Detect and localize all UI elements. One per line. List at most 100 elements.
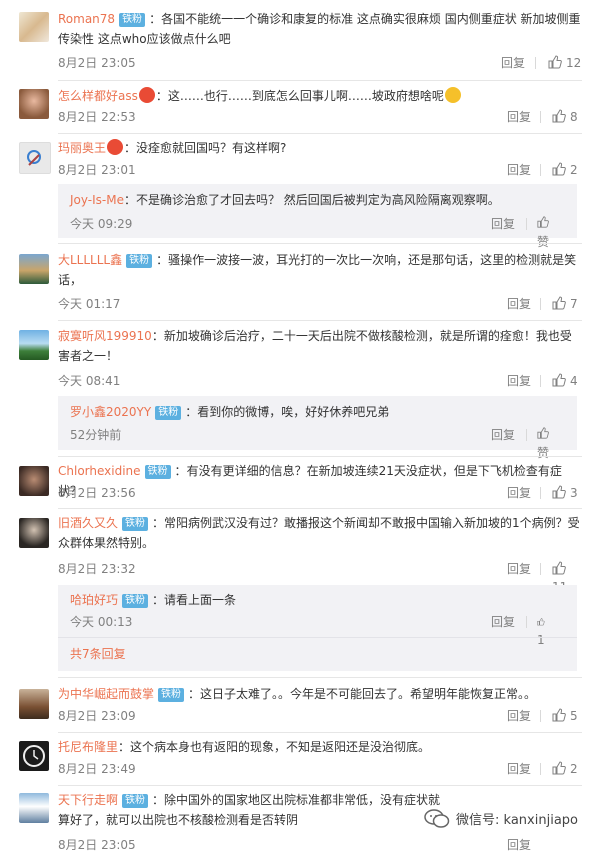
username[interactable]: 旧酒久又久 — [58, 516, 118, 530]
fan-badge: 铁粉 — [122, 517, 149, 531]
thumbs-up-icon — [552, 761, 566, 775]
reply-text: ：看到你的微博，唉，好好休养吧兄弟 — [185, 405, 390, 419]
avatar[interactable] — [19, 142, 51, 174]
thumbs-up-icon — [548, 55, 562, 69]
username[interactable]: 天下行走啊 — [58, 793, 118, 807]
reply-button[interactable]: 回复 — [507, 560, 531, 578]
fan-badge: 铁粉 — [122, 594, 149, 608]
comment-time: 8月2日 23:32 — [58, 562, 136, 576]
fan-badge: 铁粉 — [155, 406, 182, 420]
like-button[interactable]: 12 — [548, 54, 581, 72]
avatar[interactable] — [19, 254, 49, 284]
comment-text: ：这……也行……到底怎么回事儿啊……坡政府想啥呢 — [155, 89, 444, 103]
reply-button[interactable]: 回复 — [507, 836, 531, 854]
reply-button[interactable]: 回复 — [507, 707, 531, 725]
comment-time: 今天 08:41 — [58, 374, 121, 388]
reply-box: 罗小鑫2020YY 铁粉 ：看到你的微博，唉，好好休养吧兄弟 52分钟前 回复 赞 — [58, 396, 577, 460]
like-button[interactable]: 1 — [537, 613, 545, 649]
username[interactable]: Joy-Is-Me — [70, 193, 124, 207]
like-button[interactable]: 赞 — [537, 215, 549, 251]
like-button[interactable]: 2 — [552, 760, 578, 778]
comment-time: 8月2日 23:49 — [58, 762, 136, 776]
reply-time: 今天 00:13 — [70, 615, 133, 629]
avatar[interactable] — [19, 330, 49, 360]
avatar[interactable] — [19, 689, 49, 719]
comment-text: ：没痊愈就回国吗？有这样啊? — [124, 141, 287, 155]
comment-time: 8月2日 23:05 — [58, 838, 136, 852]
username[interactable]: 玛丽奥王 — [58, 141, 106, 155]
like-count: 2 — [570, 163, 578, 177]
reply-text: ：不是确诊治愈了才回去吗？ 然后回国后被判定为高风险隔离观察啊。 — [123, 193, 500, 207]
username[interactable]: 哈珀好巧 — [70, 593, 118, 607]
thumbs-up-icon — [552, 296, 566, 310]
thumbs-up-icon — [552, 162, 566, 176]
username[interactable]: 为中华崛起而鼓掌 — [58, 687, 154, 701]
like-count: 2 — [570, 762, 578, 776]
avatar[interactable] — [19, 793, 49, 823]
reply-button[interactable]: 回复 — [507, 484, 531, 502]
comment-time: 8月2日 23:01 — [58, 163, 136, 177]
like-button[interactable]: 3 — [552, 484, 578, 502]
like-count: 8 — [570, 110, 578, 124]
reply-box: Joy-Is-Me：不是确诊治愈了才回去吗？ 然后回国后被判定为高风险隔离观察啊… — [58, 184, 577, 249]
like-label: 赞 — [537, 446, 550, 460]
comment-time: 今天 01:17 — [58, 297, 121, 311]
thumbs-up-icon — [552, 708, 566, 722]
fan-badge: 铁粉 — [158, 688, 185, 702]
like-button[interactable]: 8 — [552, 108, 578, 126]
fan-badge: 铁粉 — [122, 794, 149, 808]
comment-time: 8月2日 23:05 — [58, 56, 136, 70]
thumbs-up-icon — [537, 427, 549, 439]
username[interactable]: Roman78 — [58, 12, 115, 26]
fan-badge: 铁粉 — [119, 13, 146, 27]
username[interactable]: 寂寞听风199910 — [58, 329, 152, 343]
heart-face-emoji-icon — [138, 87, 155, 103]
comment-text: ：这日子太难了。。今年是不可能回去了。希望明年能恢复正常。。 — [188, 687, 537, 701]
avatar[interactable] — [19, 741, 49, 771]
watermark-text: 微信号: kanxinjiapo — [456, 813, 578, 828]
thumbs-up-icon — [552, 109, 566, 123]
thumbs-up-icon — [552, 373, 566, 387]
like-button[interactable]: 2 — [552, 161, 578, 179]
avatar[interactable] — [19, 12, 49, 42]
clock-avatar-icon — [23, 745, 45, 767]
reply-button[interactable]: 回复 — [507, 108, 531, 126]
username[interactable]: 怎么样都好ass — [58, 89, 138, 103]
reply-button[interactable]: 回复 — [491, 215, 515, 233]
reply-button[interactable]: 回复 — [507, 760, 531, 778]
fan-badge: 铁粉 — [126, 254, 153, 268]
username[interactable]: 罗小鑫2020YY — [70, 405, 151, 419]
username[interactable]: 托尼布隆里 — [58, 740, 118, 754]
username[interactable]: Chlorhexidine — [58, 464, 141, 478]
avatar[interactable] — [19, 518, 49, 548]
view-more-replies-link[interactable]: 共7条回复 — [70, 645, 126, 662]
reply-button[interactable]: 回复 — [491, 613, 515, 631]
heart-face-emoji-icon — [107, 139, 124, 155]
like-count: 1 — [537, 633, 545, 647]
comment-time: 8月2日 22:53 — [58, 110, 136, 124]
thumbs-up-icon — [537, 618, 545, 626]
avatar[interactable] — [19, 89, 49, 119]
reply-time: 今天 09:29 — [70, 217, 133, 231]
like-button[interactable]: 5 — [552, 707, 578, 725]
reply-button[interactable]: 回复 — [491, 426, 515, 444]
reply-button[interactable]: 回复 — [501, 54, 525, 72]
reply-button[interactable]: 回复 — [507, 295, 531, 313]
comment-time: 8月2日 23:56 — [58, 486, 136, 500]
wechat-icon — [424, 809, 450, 828]
like-count: 5 — [570, 709, 578, 723]
avatar[interactable] — [19, 466, 49, 496]
like-count: 12 — [566, 56, 582, 70]
avatar-image — [27, 150, 41, 166]
fan-badge: 铁粉 — [144, 465, 171, 479]
reply-button[interactable]: 回复 — [507, 372, 531, 390]
thumbs-up-icon — [552, 485, 566, 499]
reply-button[interactable]: 回复 — [507, 161, 531, 179]
username[interactable]: 大LLLLLL鑫 — [58, 253, 122, 267]
reply-text: ：请看上面一条 — [152, 593, 237, 607]
comment-text: ：这个病本身也有返阳的现象，不知是返阳还是没治彻底。 — [118, 740, 431, 754]
like-button[interactable]: 4 — [552, 372, 578, 390]
comment-time: 8月2日 23:09 — [58, 709, 136, 723]
like-button[interactable]: 7 — [552, 295, 578, 313]
like-count: 4 — [570, 374, 578, 388]
